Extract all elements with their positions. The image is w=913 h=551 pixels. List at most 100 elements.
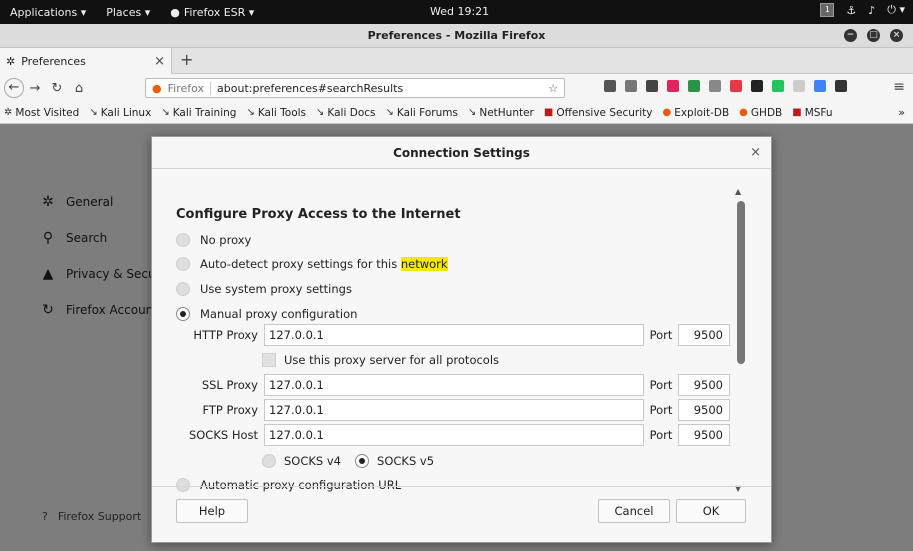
new-tab-button[interactable]: + [180, 50, 193, 69]
socks-host-label: SOCKS Host [188, 428, 258, 442]
socks-v4-radio[interactable] [262, 454, 276, 468]
firefox-identity-icon[interactable]: ● [152, 82, 162, 95]
bookmark-star-icon[interactable]: ☆ [548, 82, 558, 95]
network-icon[interactable]: ⚓ [846, 4, 856, 17]
sidebar-item-privacy[interactable]: ▲ Privacy & Secur [40, 256, 161, 292]
sidebar-item-search[interactable]: ⚲ Search [40, 220, 161, 256]
library-icon[interactable] [604, 80, 616, 92]
power-icon[interactable]: ⏻ ▾ [887, 3, 905, 17]
cancel-button[interactable]: Cancel [598, 499, 670, 523]
bookmark-nethunter[interactable]: ↘ NetHunter [468, 107, 534, 119]
http-proxy-input[interactable]: 127.0.0.1 [264, 324, 644, 346]
bookmark-label: NetHunter [479, 106, 534, 119]
ftp-proxy-input[interactable]: 127.0.0.1 [264, 399, 644, 421]
radio-manual-proxy[interactable]: Manual proxy configuration [176, 307, 357, 321]
extension-icon[interactable] [772, 80, 784, 92]
bookmark-label: Exploit-DB [674, 106, 730, 119]
tab-preferences[interactable]: ✲ Preferences × [0, 48, 172, 74]
socks-port-input[interactable]: 9500 [678, 424, 730, 446]
extension-icon[interactable] [751, 80, 763, 92]
ssl-port-input[interactable]: 9500 [678, 374, 730, 396]
radio-button-selected[interactable] [176, 307, 190, 321]
dialog-scrollbar[interactable]: ▲ ▼ [735, 187, 745, 493]
hamburger-menu-icon[interactable]: ≡ [893, 79, 905, 95]
use-all-protocols-checkbox[interactable] [262, 353, 276, 367]
http-port-input[interactable]: 9500 [678, 324, 730, 346]
bookmark-label: Kali Linux [100, 106, 152, 119]
dialog-title: Connection Settings [393, 146, 530, 160]
applications-menu[interactable]: Applications ▾ [0, 6, 96, 19]
extension-icon[interactable] [688, 80, 700, 92]
bookmark-label: Offensive Security [556, 106, 653, 119]
help-icon: ? [42, 510, 48, 523]
radio-label: Manual proxy configuration [200, 307, 358, 321]
sidebar-icon[interactable] [625, 80, 637, 92]
bookmark-most-visited[interactable]: ✲ Most Visited [4, 107, 79, 119]
nav-bar: ← → ↻ ⌂ ● Firefox about:preferences#sear… [0, 74, 913, 102]
bookmark-label: Kali Forums [396, 106, 458, 119]
scroll-thumb[interactable] [737, 201, 745, 364]
clock[interactable]: Wed 19:21 [430, 5, 489, 18]
bookmark-kali-training[interactable]: ↘ Kali Training [161, 107, 236, 119]
bookmarks-overflow-icon[interactable]: » [898, 106, 905, 119]
url-bar[interactable]: ● Firefox about:preferences#searchResult… [145, 78, 565, 98]
extension-icon[interactable] [835, 80, 847, 92]
bookmark-ghdb[interactable]: ● GHDB [739, 107, 782, 119]
ftp-proxy-label: FTP Proxy [202, 403, 258, 417]
window-title: Preferences - Mozilla Firefox [367, 29, 546, 42]
sync-icon: ↻ [42, 302, 54, 318]
app-menu-label: Firefox ESR ▾ [183, 5, 255, 19]
maximize-icon[interactable]: □ [867, 29, 880, 42]
ftp-port-input[interactable]: 9500 [678, 399, 730, 421]
bookmark-kali-docs[interactable]: ↘ Kali Docs [316, 107, 375, 119]
workspace-badge[interactable]: 1 [820, 3, 835, 17]
sidebar-item-general[interactable]: ✲ General [40, 184, 161, 220]
connection-settings-dialog: Connection Settings × ▲ ▼ Configure Prox… [151, 136, 772, 543]
radio-auto-detect[interactable]: Auto-detect proxy settings for this netw… [176, 257, 448, 271]
bookmark-kali-linux[interactable]: ↘ Kali Linux [89, 107, 151, 119]
bookmark-kali-forums[interactable]: ↘ Kali Forums [385, 107, 457, 119]
url-text[interactable]: about:preferences#searchResults [217, 82, 542, 95]
ssl-proxy-input[interactable]: 127.0.0.1 [264, 374, 644, 396]
home-icon[interactable]: ⌂ [68, 81, 90, 96]
socks-v5-radio-selected[interactable] [355, 454, 370, 468]
gear-icon: ✲ [6, 54, 16, 68]
radio-no-proxy[interactable]: No proxy [176, 233, 251, 247]
close-window-icon[interactable]: × [890, 29, 903, 42]
forward-icon[interactable]: → [24, 81, 46, 96]
radio-button[interactable] [176, 282, 190, 296]
dialog-close-icon[interactable]: × [750, 137, 761, 169]
extension-icon[interactable] [667, 80, 679, 92]
help-button[interactable]: Help [176, 499, 248, 523]
extension-icon[interactable] [793, 80, 805, 92]
sidebar-item-firefox-account[interactable]: ↻ Firefox Account [40, 292, 161, 328]
support-label: Firefox Support [57, 510, 142, 523]
bookmark-offensive-security[interactable]: ■ Offensive Security [544, 107, 653, 119]
bookmark-msfu[interactable]: ■ MSFu [792, 107, 832, 119]
ok-button[interactable]: OK [676, 499, 746, 523]
extension-icon[interactable] [814, 80, 826, 92]
back-icon[interactable]: ← [4, 78, 24, 98]
extension-icon[interactable] [730, 80, 742, 92]
window-title-bar: Preferences - Mozilla Firefox − □ × [0, 24, 913, 48]
places-menu[interactable]: Places ▾ [96, 6, 160, 19]
volume-icon[interactable]: ♪ [868, 4, 875, 17]
bookmark-exploit-db[interactable]: ● Exploit-DB [662, 107, 729, 119]
firefox-support-link[interactable]: ? Firefox Support [42, 510, 141, 523]
extension-icon[interactable] [709, 80, 721, 92]
sidebar-item-label: Firefox Account [66, 303, 158, 317]
radio-button[interactable] [176, 257, 190, 271]
scroll-up-icon[interactable]: ▲ [735, 187, 741, 196]
socks-host-input[interactable]: 127.0.0.1 [264, 424, 644, 446]
radio-system-proxy[interactable]: Use system proxy settings [176, 282, 352, 296]
extension-icon[interactable] [646, 80, 658, 92]
use-all-protocols-row[interactable]: Use this proxy server for all protocols [262, 353, 499, 367]
tab-close-icon[interactable]: × [154, 54, 165, 69]
radio-label: Use system proxy settings [200, 282, 352, 296]
radio-button[interactable] [176, 233, 190, 247]
bookmark-kali-tools[interactable]: ↘ Kali Tools [246, 107, 306, 119]
reload-icon[interactable]: ↻ [46, 81, 68, 96]
msfu-icon: ■ [792, 107, 802, 118]
minimize-icon[interactable]: − [844, 29, 857, 42]
app-menu[interactable]: ● Firefox ESR ▾ [160, 6, 264, 19]
